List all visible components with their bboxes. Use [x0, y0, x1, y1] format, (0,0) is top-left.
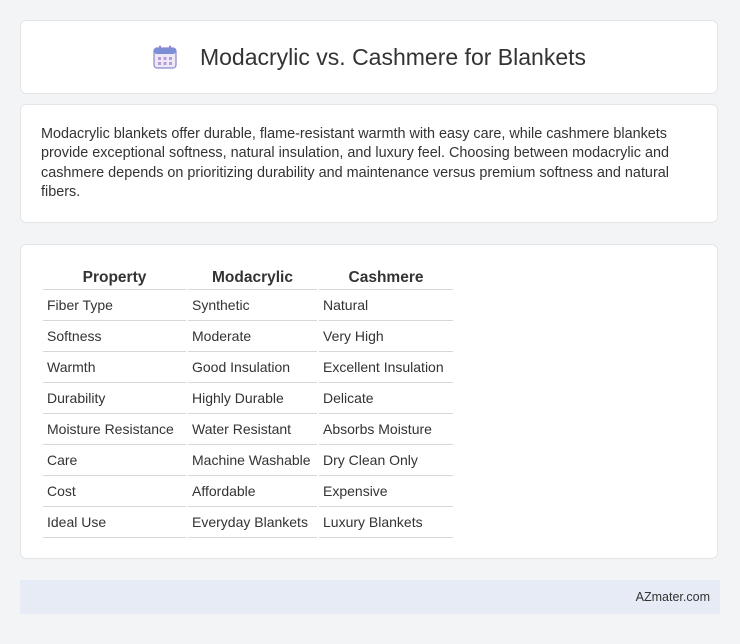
table-row: Moisture Resistance Water Resistant Abso… [43, 414, 453, 445]
comparison-table: Property Modacrylic Cashmere Fiber Type … [41, 265, 455, 538]
table-cell: Durability [43, 383, 186, 414]
table-cell: Expensive [319, 476, 453, 507]
table-row: Softness Moderate Very High [43, 321, 453, 352]
comparison-card: Property Modacrylic Cashmere Fiber Type … [20, 244, 718, 559]
table-cell: Moisture Resistance [43, 414, 186, 445]
table-cell: Highly Durable [188, 383, 317, 414]
page-title: Modacrylic vs. Cashmere for Blankets [199, 43, 586, 70]
table-cell: Luxury Blankets [319, 507, 453, 538]
table-cell: Everyday Blankets [188, 507, 317, 538]
table-cell: Warmth [43, 352, 186, 383]
table-cell: Softness [43, 321, 186, 352]
table-cell: Cost [43, 476, 186, 507]
calendar-icon [152, 44, 178, 70]
column-header-property: Property [43, 265, 186, 290]
table-row: Ideal Use Everyday Blankets Luxury Blank… [43, 507, 453, 538]
table-cell: Dry Clean Only [319, 445, 453, 476]
table-cell: Machine Washable [188, 445, 317, 476]
table-row: Durability Highly Durable Delicate [43, 383, 453, 414]
column-header-modacrylic: Modacrylic [188, 265, 317, 290]
table-cell: Ideal Use [43, 507, 186, 538]
table-cell: Affordable [188, 476, 317, 507]
column-header-cashmere: Cashmere [319, 265, 453, 290]
footer-brand-link[interactable]: AZmater.com [636, 590, 710, 604]
table-cell: Synthetic [188, 290, 317, 321]
intro-card: Modacrylic blankets offer durable, flame… [20, 104, 718, 223]
table-row: Fiber Type Synthetic Natural [43, 290, 453, 321]
table-cell: Water Resistant [188, 414, 317, 445]
table-cell: Moderate [188, 321, 317, 352]
table-cell: Absorbs Moisture [319, 414, 453, 445]
table-cell: Care [43, 445, 186, 476]
table-cell: Fiber Type [43, 290, 186, 321]
table-row: Cost Affordable Expensive [43, 476, 453, 507]
table-cell: Excellent Insulation [319, 352, 453, 383]
table-row: Warmth Good Insulation Excellent Insulat… [43, 352, 453, 383]
table-header-row: Property Modacrylic Cashmere [43, 265, 453, 290]
title-card: Modacrylic vs. Cashmere for Blankets [20, 20, 718, 94]
table-cell: Natural [319, 290, 453, 321]
table-cell: Good Insulation [188, 352, 317, 383]
table-row: Care Machine Washable Dry Clean Only [43, 445, 453, 476]
footer: AZmater.com [20, 580, 720, 614]
table-cell: Delicate [319, 383, 453, 414]
intro-text: Modacrylic blankets offer durable, flame… [41, 126, 669, 201]
table-cell: Very High [319, 321, 453, 352]
